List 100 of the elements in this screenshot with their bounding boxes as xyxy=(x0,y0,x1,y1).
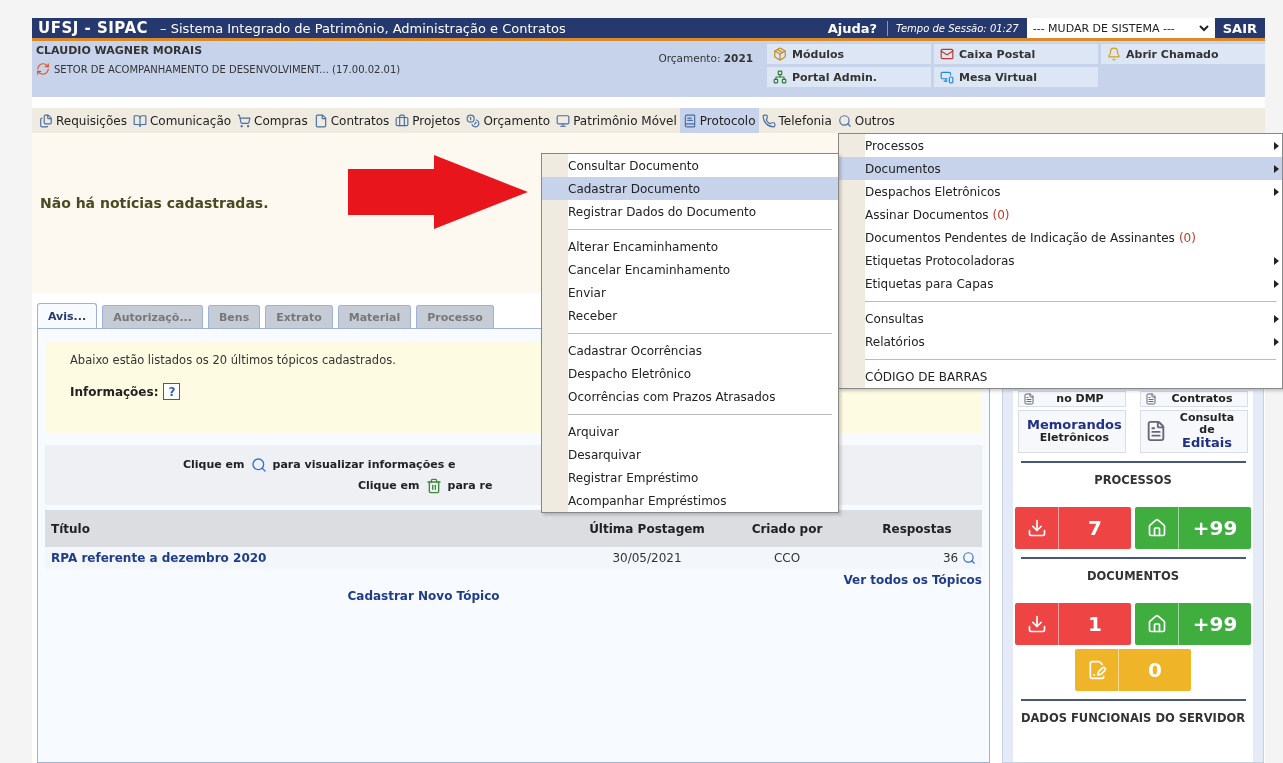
refresh-icon[interactable] xyxy=(36,62,50,76)
column-header: Título xyxy=(45,510,572,547)
book-icon xyxy=(682,113,697,128)
section-title: DADOS FUNCIONAIS DO SERVIDOR xyxy=(1020,710,1246,725)
menu-item[interactable]: Contratos xyxy=(310,108,393,133)
menu-item[interactable]: Cancelar Encaminhamento xyxy=(542,258,838,281)
shortcut-tile[interactable]: Consulta de Editais xyxy=(1140,410,1248,453)
cart-icon xyxy=(237,113,252,128)
tile-label: Editais xyxy=(1182,436,1232,451)
section-title: DOCUMENTOS xyxy=(1087,568,1179,583)
shortcut-tile[interactable]: Memorandos Eletrônicos xyxy=(1018,410,1126,453)
budget-year: Orçamento: 2021 xyxy=(658,52,753,66)
help-icon[interactable]: ? xyxy=(163,383,181,400)
see-all-link[interactable]: Ver todos os Tópicos xyxy=(843,573,982,587)
menu-item[interactable]: Etiquetas Protocoladoras xyxy=(839,249,1282,272)
menu-item[interactable]: Alterar Encaminhamento xyxy=(542,235,838,258)
home-icon xyxy=(1146,613,1167,634)
menu-item[interactable]: Consultas xyxy=(839,307,1282,330)
shortcut-tile[interactable]: no DMP xyxy=(1018,391,1126,408)
mailbox-icon xyxy=(940,47,954,61)
menu-item[interactable]: Requisições xyxy=(36,108,130,133)
help-link[interactable]: Ajuda? xyxy=(817,20,889,36)
search-icon[interactable] xyxy=(962,551,976,566)
menu-item[interactable]: Desarquivar xyxy=(542,443,838,466)
document-icon xyxy=(1023,393,1035,406)
table-cell: CCO xyxy=(722,547,852,569)
system-subtitle: – Sistema Integrado de Patrimônio, Administração e Contratos xyxy=(160,20,567,36)
logout-link[interactable]: SAIR xyxy=(1214,20,1265,36)
monitor-icon xyxy=(556,113,571,128)
menu-item[interactable]: Assinar Documentos (0) xyxy=(839,203,1282,226)
new-topic-link[interactable]: Cadastrar Novo Tópico xyxy=(347,589,500,603)
menu-item[interactable]: Receber xyxy=(542,304,838,327)
table-cell: 36 xyxy=(852,547,982,569)
shortcut-tile[interactable]: Contratos xyxy=(1140,391,1248,408)
hint-text: Clique em xyxy=(358,479,420,492)
monitor-icon xyxy=(940,70,954,84)
book-icon xyxy=(132,113,147,128)
menu-item[interactable]: Arquivar xyxy=(542,420,838,443)
menu-item[interactable]: Patrimônio Móvel xyxy=(553,108,680,133)
menu-item[interactable]: Cadastrar Ocorrências xyxy=(542,339,838,362)
tile-label: Eletrônicos xyxy=(1039,432,1109,445)
network-icon xyxy=(773,70,787,84)
system-select[interactable]: --- MUDAR DE SISTEMA --- xyxy=(1026,18,1215,38)
unit-name: SETOR DE ACOMPANHAMENTO DE DESENVOLVIMENT... (17.00.02.01) xyxy=(54,63,401,75)
menu-item[interactable]: Registrar Dados do Documento xyxy=(542,200,838,223)
document-icon xyxy=(313,113,328,128)
menu-item[interactable]: Processos xyxy=(839,134,1282,157)
briefcase-icon xyxy=(395,113,410,128)
shortcut-button[interactable]: Portal Admin. xyxy=(767,67,931,87)
menu-item[interactable]: Projetos xyxy=(392,108,464,133)
hint-text: para re xyxy=(447,479,493,492)
counter-button[interactable]: 1 xyxy=(1015,602,1131,645)
column-header: Criado por xyxy=(722,510,852,547)
session-timer: Tempo de Sessão: 01:27 xyxy=(895,22,1020,34)
section-title: PROCESSOS xyxy=(1094,472,1172,487)
menu-item[interactable]: Consultar Documento xyxy=(542,154,838,177)
column-header: Respostas xyxy=(852,510,982,547)
search-icon xyxy=(837,113,852,128)
shortcut-button[interactable]: Caixa Postal xyxy=(934,44,1098,64)
user-name: CLAUDIO WAGNER MORAIS xyxy=(36,44,204,57)
table-cell: 30/05/2021 xyxy=(572,547,722,569)
shortcut-button[interactable]: Módulos xyxy=(767,44,931,64)
tile-label: Memorandos xyxy=(1027,418,1122,433)
document-icon xyxy=(1145,420,1167,443)
intro-text: Abaixo estão listados os 20 últimos tópicos cadastrados. xyxy=(70,353,397,367)
menu-item[interactable]: Protocolo xyxy=(679,108,759,133)
download-tray-icon xyxy=(1026,613,1047,634)
bell-icon xyxy=(1107,47,1121,61)
home-icon xyxy=(1146,517,1167,538)
menu-item[interactable]: Outros xyxy=(834,108,898,133)
menu-item[interactable]: Orçamento xyxy=(463,108,554,133)
menu-item[interactable]: Acompanhar Empréstimos xyxy=(542,489,838,512)
package-icon xyxy=(773,47,787,61)
phone-icon xyxy=(761,113,776,128)
tab[interactable]: Avis... xyxy=(37,303,98,328)
menu-item[interactable]: Enviar xyxy=(542,281,838,304)
coins-icon xyxy=(466,113,481,128)
menu-item[interactable]: Relatórios xyxy=(839,330,1282,353)
menu-item[interactable]: Documentos xyxy=(839,157,1282,180)
topic-link[interactable]: RPA referente a dezembro 2020 xyxy=(51,551,267,565)
menu-item[interactable]: Comunicação xyxy=(129,108,235,133)
menu-item[interactable]: Telefonia xyxy=(758,108,835,133)
trash-icon xyxy=(425,477,442,494)
tile-label: de xyxy=(1199,424,1215,437)
news-message: Não há notícias cadastradas. xyxy=(40,195,269,211)
chevron-down-icon xyxy=(1198,24,1209,32)
menu-item[interactable]: Etiquetas para Capas xyxy=(839,272,1282,295)
menu-item[interactable]: Ocorrências com Prazos Atrasados xyxy=(542,385,838,408)
shortcut-button[interactable]: Mesa Virtual xyxy=(934,67,1098,87)
search-icon xyxy=(250,456,267,473)
menu-item[interactable]: Registrar Empréstimo xyxy=(542,466,838,489)
menu-item[interactable]: Despachos Eletrônicos xyxy=(839,180,1282,203)
menu-item[interactable]: Cadastrar Documento xyxy=(542,177,838,200)
counter-button[interactable]: 7 xyxy=(1015,506,1131,549)
document-icon xyxy=(1145,393,1157,406)
shortcut-button[interactable]: Abrir Chamado xyxy=(1101,44,1265,64)
menu-item[interactable]: Compras xyxy=(234,108,311,133)
menu-item[interactable]: CÓDIGO DE BARRAS xyxy=(839,365,1282,388)
menu-item[interactable]: Documentos Pendentes de Indicação de Assinantes (0) xyxy=(839,226,1282,249)
menu-item[interactable]: Despacho Eletrônico xyxy=(542,362,838,385)
